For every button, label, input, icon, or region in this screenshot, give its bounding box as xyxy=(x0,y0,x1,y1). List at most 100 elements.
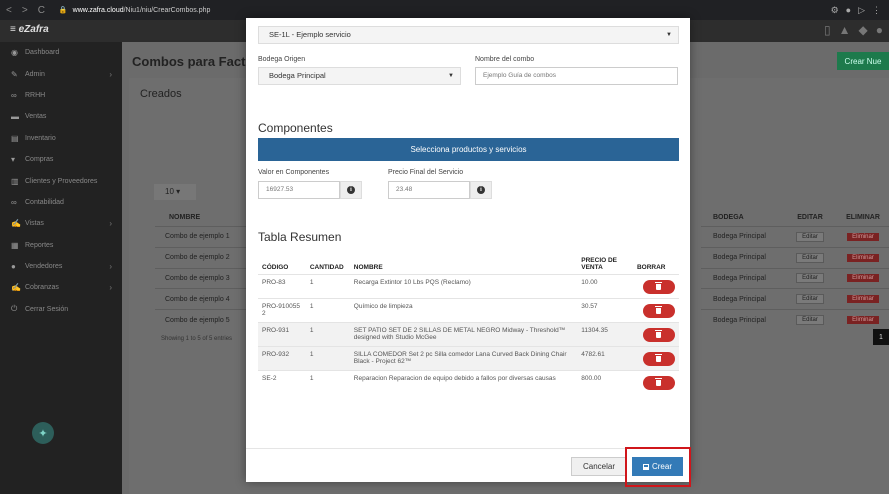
back-icon[interactable]: < xyxy=(6,5,12,16)
sidebar-item[interactable]: ● Vendedores › xyxy=(0,256,122,277)
table-row: PRO-83 1 Recarga Extintor 10 Lbs PQS (Recl… xyxy=(258,273,679,298)
address-bar[interactable]: 🔒 www.zafra.cloud/Niu1/niu/CrearCombos.p… xyxy=(59,6,210,15)
table-row: Combo de ejemplo 4 xyxy=(155,288,251,309)
info-button[interactable]: i xyxy=(340,181,362,199)
card-title: Creados xyxy=(140,88,182,100)
browser-toolbar: < > C 🔒 www.zafra.cloud/Niu1/niu/CrearCo… xyxy=(0,0,889,20)
precio-input[interactable]: 23.48 xyxy=(388,181,470,199)
chevron-right-icon: › xyxy=(109,262,112,272)
sidebar-item[interactable]: ∞ RRHH xyxy=(0,85,122,106)
hamburger-icon[interactable]: ≡ xyxy=(10,24,19,35)
delete-row-button[interactable] xyxy=(642,303,675,318)
nombre-cell: SILLA COMEDOR Set 2 pc Silla comedor Lan… xyxy=(349,345,578,370)
sidebar-item-label: Reportes xyxy=(25,241,54,249)
bodega-select[interactable]: Bodega Principal ▼ xyxy=(258,67,461,85)
delete-row-button[interactable] xyxy=(642,279,675,294)
combos-table-right: BODEGA EDITAR ELIMINAR Bodega Principal E… xyxy=(701,208,889,330)
precio-cell: 11304.35 xyxy=(577,321,633,346)
codigo-cell: PRO-932 xyxy=(258,345,306,370)
extension-icon[interactable]: ● xyxy=(846,5,851,16)
cantidad-cell: 1 xyxy=(305,321,350,346)
sidebar-item-label: Admin xyxy=(25,70,45,78)
table-row: PRO-9100552 1 Químico de limpieza 30.57 xyxy=(258,297,679,322)
extension-icon[interactable]: ⚙ xyxy=(831,5,839,16)
service-select[interactable]: SE-1L - Ejemplo servicio ▼ xyxy=(258,26,679,44)
sidebar-item[interactable]: ▦ Reportes xyxy=(0,235,122,256)
column-header-bodega: BODEGA xyxy=(713,213,744,221)
select-products-button[interactable]: Selecciona productos y servicios xyxy=(258,138,679,161)
caret-down-icon: ▼ xyxy=(666,32,672,38)
sidebar-item[interactable]: ✍ Vistas › xyxy=(0,213,122,234)
table-row: Combo de ejemplo 3 xyxy=(155,267,251,289)
modal-footer-divider xyxy=(246,448,690,449)
delete-button[interactable]: Eliminar xyxy=(847,232,879,241)
column-header-precio: PRECIO DE VENTA xyxy=(581,256,618,271)
app-logo[interactable]: ≡ eZafra xyxy=(10,24,49,35)
edit-icon: ✍ xyxy=(11,283,21,293)
sidebar-item[interactable]: ▬ Ventas xyxy=(0,106,122,127)
sidebar-item[interactable]: ▾ Compras xyxy=(0,149,122,170)
trash-icon xyxy=(655,329,663,338)
table-info: Showing 1 to 5 of 5 entries xyxy=(161,336,233,342)
address-book-icon: ▥ xyxy=(11,176,19,186)
sidebar-item-label: Cobranzas xyxy=(25,284,59,292)
edit-button[interactable]: Editar xyxy=(796,294,824,305)
sidebar-item[interactable]: ✎ Admin › xyxy=(0,63,122,84)
delete-row-button[interactable] xyxy=(642,351,675,366)
codigo-cell: PRO-9100552 xyxy=(258,297,306,322)
lightbulb-icon[interactable]: ✦ xyxy=(32,422,54,444)
chevron-right-icon: › xyxy=(109,219,112,229)
avatar[interactable]: ● xyxy=(876,23,883,37)
sidebar-item[interactable]: ✍ Cobranzas › xyxy=(0,277,122,298)
cancel-button[interactable]: Cancelar xyxy=(571,457,627,476)
tag-icon[interactable]: ◆ xyxy=(859,23,868,37)
delete-button[interactable]: Eliminar xyxy=(847,316,879,325)
edit-button[interactable]: Editar xyxy=(796,315,824,326)
bodega-cell: Bodega Principal xyxy=(713,233,766,241)
precio-cell: 4782.61 xyxy=(577,345,633,370)
sidebar-item[interactable]: ⏻ Cerrar Sesión xyxy=(0,299,122,320)
valor-input[interactable]: 16927.53 xyxy=(258,181,340,199)
box-icon: ▤ xyxy=(11,133,19,143)
sidebar-item-label: Dashboard xyxy=(25,49,60,57)
delete-button[interactable]: Eliminar xyxy=(847,274,879,283)
edit-button[interactable]: Editar xyxy=(796,231,824,242)
create-new-button[interactable]: Crear Nue xyxy=(837,52,889,70)
combo-name-input[interactable]: Ejemplo Guía de combos xyxy=(475,67,678,85)
sidebar-item[interactable]: ∞ Contabilidad xyxy=(0,192,122,213)
topbar-icons: ▯ ▲ ◆ ● xyxy=(824,23,883,37)
pagination-page[interactable]: 1 xyxy=(873,329,889,345)
bodega-cell: Bodega Principal xyxy=(713,316,766,324)
sidebar-item[interactable]: ▥ Clientes y Proveedores xyxy=(0,170,122,191)
sidebar-item-label: Contabilidad xyxy=(25,198,64,206)
wrench-icon: ✎ xyxy=(11,69,18,79)
delete-row-button[interactable] xyxy=(642,375,675,390)
sidebar-item-label: Compras xyxy=(25,156,54,164)
column-header-nombre: NOMBRE xyxy=(353,263,383,271)
dashboard-icon: ◉ xyxy=(11,48,18,58)
bodega-label: Bodega Origen xyxy=(258,56,306,63)
nombre-cell: Recarga Extintor 10 Lbs PQS (Reclamo) xyxy=(349,273,578,298)
menu-icon[interactable]: ⋮ xyxy=(872,5,881,16)
delete-row-button[interactable] xyxy=(642,327,675,342)
edit-button[interactable]: Editar xyxy=(796,273,824,284)
user-icon: ● xyxy=(11,262,16,272)
page-length-select[interactable]: 10 ▾ xyxy=(154,184,196,200)
info-button[interactable]: i xyxy=(470,181,492,199)
extension-icon[interactable]: ▷ xyxy=(858,5,865,16)
delete-button[interactable]: Eliminar xyxy=(847,253,879,262)
table-row: Bodega Principal Editar Eliminar xyxy=(701,226,889,247)
delete-button[interactable]: Eliminar xyxy=(847,295,879,304)
table-row: Bodega Principal Editar Eliminar xyxy=(701,246,889,268)
forward-icon[interactable]: > xyxy=(22,5,28,16)
reload-icon[interactable]: C xyxy=(38,5,45,16)
sidebar-item-label: Ventas xyxy=(25,113,47,121)
sidebar-item[interactable]: ◉ Dashboard xyxy=(0,42,122,63)
phone-icon[interactable]: ▯ xyxy=(824,23,831,37)
sidebar-item[interactable]: ▤ Inventario xyxy=(0,128,122,149)
power-icon: ⏻ xyxy=(11,304,18,314)
chevron-right-icon: › xyxy=(109,283,112,293)
edit-button[interactable]: Editar xyxy=(796,252,824,263)
graduation-icon[interactable]: ▲ xyxy=(839,23,851,37)
codigo-cell: PRO-931 xyxy=(258,321,306,346)
